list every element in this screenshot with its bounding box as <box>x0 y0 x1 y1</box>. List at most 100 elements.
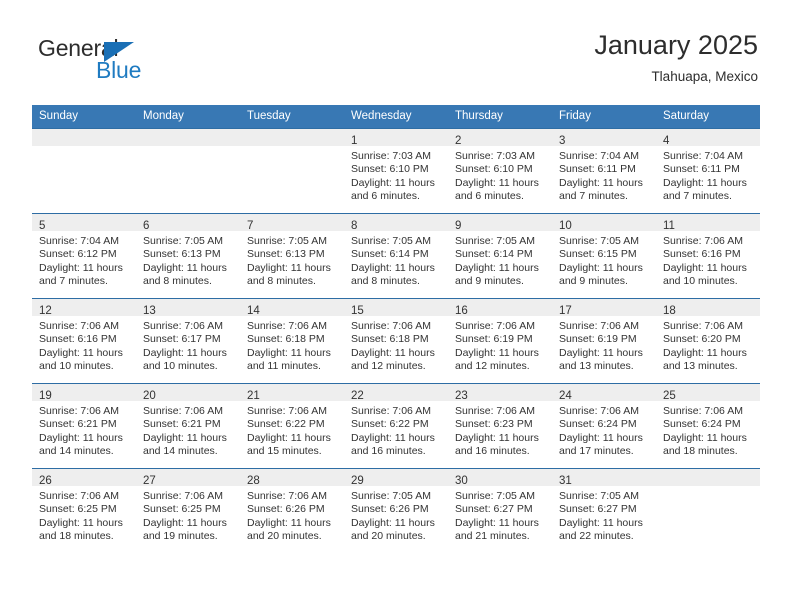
calendar-day-cell[interactable]: 7 Sunrise: 7:05 AM Sunset: 6:13 PM Daylight… <box>240 213 344 299</box>
daylight-text-cont: and 10 minutes. <box>39 360 114 373</box>
calendar-day-cell[interactable]: 4 Sunrise: 7:04 AM Sunset: 6:11 PM Daylight… <box>656 128 760 214</box>
daylight-text: Daylight: 11 hours <box>559 431 643 444</box>
day-number: 18 <box>663 305 676 317</box>
page-subtitle: Tlahuapa, Mexico <box>651 69 758 84</box>
daylight-text-cont: and 20 minutes. <box>247 530 322 543</box>
day-number: 4 <box>663 135 670 147</box>
day-number: 14 <box>247 305 260 317</box>
sunset-text: Sunset: 6:11 PM <box>663 163 740 176</box>
daylight-text: Daylight: 11 hours <box>143 261 227 274</box>
sunset-text: Sunset: 6:25 PM <box>143 503 221 516</box>
sunset-text: Sunset: 6:19 PM <box>559 333 637 346</box>
day-number: 12 <box>39 305 52 317</box>
calendar-day-cell[interactable]: 3 Sunrise: 7:04 AM Sunset: 6:11 PM Daylight… <box>552 128 656 214</box>
daylight-text: Daylight: 11 hours <box>351 516 435 529</box>
sunrise-text: Sunrise: 7:05 AM <box>247 235 327 247</box>
calendar-day-cell[interactable]: 29 Sunrise: 7:05 AM Sunset: 6:26 PM Dayligh… <box>344 468 448 553</box>
calendar-day-cell[interactable]: 17 Sunrise: 7:06 AM Sunset: 6:19 PM Dayligh… <box>552 298 656 384</box>
sunset-text: Sunset: 6:24 PM <box>663 418 741 431</box>
sunset-text: Sunset: 6:22 PM <box>247 418 325 431</box>
calendar-day-cell[interactable]: 19 Sunrise: 7:06 AM Sunset: 6:21 PM Dayligh… <box>32 383 136 469</box>
day-number-band: 27 <box>136 469 240 487</box>
daylight-text: Daylight: 11 hours <box>247 431 331 444</box>
day-details: Sunrise: 7:06 AM Sunset: 6:21 PM Daylight:… <box>32 401 136 459</box>
sunset-text: Sunset: 6:13 PM <box>247 248 325 261</box>
sunrise-text: Sunrise: 7:03 AM <box>351 150 431 162</box>
day-number-band: 16 <box>448 299 552 317</box>
sunset-text: Sunset: 6:18 PM <box>247 333 325 346</box>
brand-logo[interactable]: General Blue <box>38 34 238 92</box>
calendar-day-cell[interactable]: 2 Sunrise: 7:03 AM Sunset: 6:10 PM Daylight… <box>448 128 552 214</box>
calendar-day-cell[interactable]: 16 Sunrise: 7:06 AM Sunset: 6:19 PM Dayligh… <box>448 298 552 384</box>
day-details: Sunrise: 7:06 AM Sunset: 6:26 PM Daylight:… <box>240 486 344 544</box>
sunrise-text: Sunrise: 7:06 AM <box>143 405 223 417</box>
day-number-band: 14 <box>240 299 344 317</box>
weekday-header-saturday: Saturday <box>656 105 760 129</box>
day-details: Sunrise: 7:06 AM Sunset: 6:22 PM Daylight:… <box>240 401 344 459</box>
logo-text-blue: Blue <box>96 57 142 83</box>
calendar-day-cell[interactable]: 30 Sunrise: 7:05 AM Sunset: 6:27 PM Dayligh… <box>448 468 552 553</box>
calendar-day-cell[interactable]: 26 Sunrise: 7:06 AM Sunset: 6:25 PM Dayligh… <box>32 468 136 553</box>
calendar-day-cell[interactable]: 8 Sunrise: 7:05 AM Sunset: 6:14 PM Daylight… <box>344 213 448 299</box>
daylight-text-cont: and 18 minutes. <box>39 530 114 543</box>
daylight-text: Daylight: 11 hours <box>455 346 539 359</box>
calendar-day-cell[interactable]: 31 Sunrise: 7:05 AM Sunset: 6:27 PM Dayligh… <box>552 468 656 553</box>
day-details: Sunrise: 7:05 AM Sunset: 6:15 PM Daylight:… <box>552 231 656 289</box>
calendar-day-cell[interactable]: 21 Sunrise: 7:06 AM Sunset: 6:22 PM Dayligh… <box>240 383 344 469</box>
calendar-body: 1 Sunrise: 7:03 AM Sunset: 6:10 PM Daylight… <box>32 128 760 553</box>
daylight-text: Daylight: 11 hours <box>663 431 747 444</box>
sunset-text: Sunset: 6:26 PM <box>351 503 429 516</box>
day-number-band: 18 <box>656 299 760 317</box>
calendar-day-cell[interactable]: 27 Sunrise: 7:06 AM Sunset: 6:25 PM Dayligh… <box>136 468 240 553</box>
calendar-day-cell[interactable]: 11 Sunrise: 7:06 AM Sunset: 6:16 PM Dayligh… <box>656 213 760 299</box>
page-title: January 2025 <box>594 30 758 60</box>
day-number-band: 15 <box>344 299 448 317</box>
sunrise-text: Sunrise: 7:06 AM <box>559 320 639 332</box>
sunset-text: Sunset: 6:14 PM <box>455 248 533 261</box>
day-number-band: 23 <box>448 384 552 402</box>
daylight-text: Daylight: 11 hours <box>663 261 747 274</box>
calendar-day-cell[interactable]: 9 Sunrise: 7:05 AM Sunset: 6:14 PM Daylight… <box>448 213 552 299</box>
calendar-day-cell[interactable]: 24 Sunrise: 7:06 AM Sunset: 6:24 PM Dayligh… <box>552 383 656 469</box>
sunset-text: Sunset: 6:25 PM <box>39 503 117 516</box>
day-details: Sunrise: 7:06 AM Sunset: 6:17 PM Daylight:… <box>136 316 240 374</box>
day-number: 27 <box>143 475 156 487</box>
day-number: 3 <box>559 135 566 147</box>
calendar-day-cell[interactable]: 15 Sunrise: 7:06 AM Sunset: 6:18 PM Dayligh… <box>344 298 448 384</box>
calendar-day-cell[interactable]: 14 Sunrise: 7:06 AM Sunset: 6:18 PM Dayligh… <box>240 298 344 384</box>
sunrise-text: Sunrise: 7:06 AM <box>663 235 743 247</box>
calendar-day-cell[interactable]: 1 Sunrise: 7:03 AM Sunset: 6:10 PM Daylight… <box>344 128 448 214</box>
sunrise-text: Sunrise: 7:06 AM <box>351 320 431 332</box>
sunrise-text: Sunrise: 7:06 AM <box>247 490 327 502</box>
sunrise-text: Sunrise: 7:03 AM <box>455 150 535 162</box>
day-details: Sunrise: 7:06 AM Sunset: 6:24 PM Daylight:… <box>552 401 656 459</box>
daylight-text: Daylight: 11 hours <box>247 516 331 529</box>
calendar-day-cell[interactable]: 6 Sunrise: 7:05 AM Sunset: 6:13 PM Daylight… <box>136 213 240 299</box>
calendar-day-cell[interactable]: 10 Sunrise: 7:05 AM Sunset: 6:15 PM Dayligh… <box>552 213 656 299</box>
calendar-day-cell[interactable]: 20 Sunrise: 7:06 AM Sunset: 6:21 PM Dayligh… <box>136 383 240 469</box>
calendar-day-cell[interactable]: 22 Sunrise: 7:06 AM Sunset: 6:22 PM Dayligh… <box>344 383 448 469</box>
calendar-day-cell[interactable]: 18 Sunrise: 7:06 AM Sunset: 6:20 PM Dayligh… <box>656 298 760 384</box>
daylight-text-cont: and 8 minutes. <box>247 275 316 288</box>
calendar-week-row: 19 Sunrise: 7:06 AM Sunset: 6:21 PM Dayligh… <box>32 383 760 469</box>
day-number-band: 24 <box>552 384 656 402</box>
calendar-day-cell[interactable]: 13 Sunrise: 7:06 AM Sunset: 6:17 PM Dayligh… <box>136 298 240 384</box>
calendar-day-cell[interactable]: 5 Sunrise: 7:04 AM Sunset: 6:12 PM Daylight… <box>32 213 136 299</box>
daylight-text-cont: and 21 minutes. <box>455 530 530 543</box>
daylight-text: Daylight: 11 hours <box>143 516 227 529</box>
daylight-text-cont: and 12 minutes. <box>455 360 530 373</box>
day-number: 31 <box>559 475 572 487</box>
day-number: 7 <box>247 220 254 232</box>
day-details: Sunrise: 7:06 AM Sunset: 6:19 PM Daylight:… <box>552 316 656 374</box>
daylight-text: Daylight: 11 hours <box>455 516 539 529</box>
calendar-day-cell[interactable]: 12 Sunrise: 7:06 AM Sunset: 6:16 PM Dayligh… <box>32 298 136 384</box>
sunset-text: Sunset: 6:24 PM <box>559 418 637 431</box>
calendar-day-cell[interactable]: 23 Sunrise: 7:06 AM Sunset: 6:23 PM Dayligh… <box>448 383 552 469</box>
day-number: 25 <box>663 390 676 402</box>
calendar-day-cell[interactable]: 25 Sunrise: 7:06 AM Sunset: 6:24 PM Dayligh… <box>656 383 760 469</box>
calendar-day-cell[interactable]: 28 Sunrise: 7:06 AM Sunset: 6:26 PM Dayligh… <box>240 468 344 553</box>
day-number: 20 <box>143 390 156 402</box>
daylight-text: Daylight: 11 hours <box>559 346 643 359</box>
sunset-text: Sunset: 6:14 PM <box>351 248 429 261</box>
daylight-text-cont: and 8 minutes. <box>143 275 212 288</box>
